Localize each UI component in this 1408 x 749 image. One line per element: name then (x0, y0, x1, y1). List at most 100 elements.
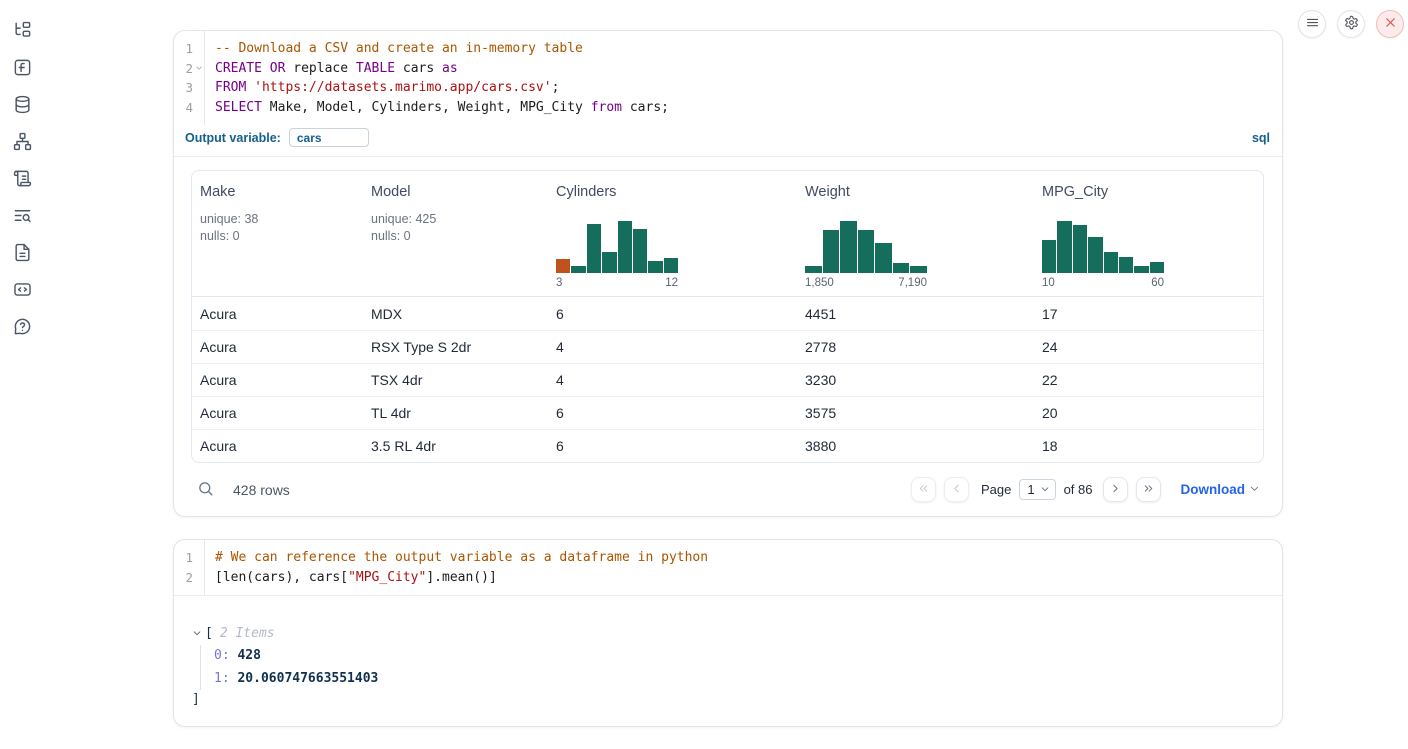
sidebar-item-data-sources[interactable] (12, 96, 32, 116)
left-sidebar (0, 0, 44, 338)
table-cell: Acura (192, 306, 363, 322)
language-badge: sql (1252, 131, 1270, 145)
table-cell: 24 (1034, 339, 1263, 355)
sql-code-editor[interactable]: 1234-- Download a CSV and create an in-m… (174, 31, 1282, 125)
table-cell: 20 (1034, 405, 1263, 421)
last-page-button[interactable] (1136, 477, 1161, 502)
line-number: 1 (174, 548, 204, 568)
python-code-editor[interactable]: 12# We can reference the output variable… (174, 540, 1282, 595)
editor-code[interactable]: # We can reference the output variable a… (205, 540, 1282, 595)
table-cell: 2778 (797, 339, 1034, 355)
page-select[interactable]: 1 (1019, 479, 1055, 500)
histogram-bar (1042, 240, 1056, 273)
notebook-menu-button[interactable] (1298, 10, 1326, 38)
tree-collapse-button[interactable] (192, 626, 202, 641)
column-header-model[interactable]: Model unique: 425 nulls: 0 (363, 184, 548, 289)
chevron-right-icon (1109, 482, 1122, 498)
shutdown-button[interactable] (1376, 10, 1404, 38)
hist-max-label: 12 (665, 277, 678, 289)
line-number: 4 (174, 98, 204, 118)
histogram-bar (633, 229, 647, 273)
unique-count: unique: 38 (200, 211, 355, 228)
previous-page-button[interactable] (944, 477, 969, 502)
sidebar-item-file-explorer[interactable] (12, 22, 32, 42)
histogram-bar (556, 259, 570, 273)
output-variable-label: Output variable: (185, 131, 281, 145)
chevrons-left-icon (917, 482, 930, 498)
sidebar-item-logs[interactable] (12, 207, 32, 227)
histogram-bar (648, 261, 662, 273)
hist-max-label: 60 (1151, 277, 1164, 289)
sql-editor-wrap: 1234-- Download a CSV and create an in-m… (174, 31, 1282, 157)
table-search-button[interactable] (197, 480, 214, 500)
gear-icon (1344, 15, 1359, 33)
histogram-bar (587, 224, 601, 273)
tree-close-bracket: ] (192, 690, 1264, 710)
table-row[interactable]: AcuraRSX Type S 2dr4277824 (192, 330, 1263, 363)
output-variable-input[interactable] (289, 128, 369, 147)
sidebar-item-variables[interactable] (12, 59, 32, 79)
sidebar-item-dependencies[interactable] (12, 133, 32, 153)
table-cell: 4 (548, 339, 797, 355)
sidebar-item-scratchpad[interactable] (12, 170, 32, 190)
table-cell: TL 4dr (363, 405, 548, 421)
column-header-cylinders[interactable]: Cylinders 3 12 (548, 184, 797, 289)
code-box-icon (13, 280, 32, 302)
settings-button[interactable] (1337, 10, 1365, 38)
histogram-bar (1088, 237, 1102, 273)
sql-editor-meta: Output variable: sql (174, 125, 1282, 156)
histogram-bar (1104, 252, 1118, 273)
download-button[interactable]: Download (1181, 482, 1261, 497)
code-line: SELECT Make, Model, Cylinders, Weight, M… (215, 98, 1282, 118)
next-page-button[interactable] (1103, 477, 1128, 502)
table-cell: 18 (1034, 438, 1263, 454)
column-header-weight[interactable]: Weight 1,850 7,190 (797, 184, 1034, 289)
table-cell: 3575 (797, 405, 1034, 421)
table-row[interactable]: AcuraTL 4dr6357520 (192, 396, 1263, 429)
line-number: 1 (174, 39, 204, 59)
column-label: Weight (805, 184, 1026, 200)
editor-gutter: 1234 (174, 31, 205, 125)
chevron-down-icon (1040, 482, 1050, 497)
sidebar-item-help[interactable] (12, 318, 32, 338)
table-cell: Acura (192, 405, 363, 421)
table-row[interactable]: AcuraMDX6445117 (192, 297, 1263, 330)
fold-slot (193, 98, 204, 118)
column-header-mpg_city[interactable]: MPG_City 10 60 (1034, 184, 1263, 289)
sidebar-item-documentation[interactable] (12, 244, 32, 264)
help-circle-icon (13, 317, 32, 339)
histogram-bar (1057, 221, 1071, 273)
null-count: nulls: 0 (371, 228, 540, 245)
search-icon (197, 480, 214, 500)
download-label: Download (1181, 482, 1246, 497)
unique-count: unique: 425 (371, 211, 540, 228)
tree-open-bracket: [ (205, 626, 213, 641)
column-label: Cylinders (556, 184, 789, 200)
column-histogram: 10 60 (1042, 221, 1255, 289)
hist-min-label: 3 (556, 277, 562, 289)
code-line: FROM 'https://datasets.marimo.app/cars.c… (215, 78, 1282, 98)
null-count: nulls: 0 (200, 228, 355, 245)
fold-chevron-icon[interactable] (193, 59, 204, 79)
column-header-make[interactable]: Make unique: 38 nulls: 0 (192, 184, 363, 289)
histogram-bar (840, 221, 857, 273)
table-row[interactable]: AcuraTSX 4dr4323022 (192, 363, 1263, 396)
list-search-icon (13, 206, 32, 228)
first-page-button[interactable] (911, 477, 936, 502)
row-count-label: 428 rows (233, 482, 290, 498)
line-number: 2 (174, 59, 204, 79)
histogram-bar (602, 252, 616, 273)
histogram-bar (571, 266, 585, 273)
sidebar-item-snippets[interactable] (12, 281, 32, 301)
editor-code[interactable]: -- Download a CSV and create an in-memor… (205, 31, 1282, 125)
table-row[interactable]: Acura3.5 RL 4dr6388018 (192, 429, 1263, 462)
chevron-down-icon (192, 626, 202, 641)
column-label: Make (200, 184, 355, 200)
tree-item: 1: 20.060747663551403 (214, 668, 1264, 691)
tree-item-value: 20.060747663551403 (237, 671, 378, 686)
column-histogram: 3 12 (556, 221, 789, 289)
table-cell: Acura (192, 438, 363, 454)
table-cell: MDX (363, 306, 548, 322)
code-line: # We can reference the output variable a… (215, 548, 1282, 568)
page-select-value: 1 (1027, 482, 1034, 497)
